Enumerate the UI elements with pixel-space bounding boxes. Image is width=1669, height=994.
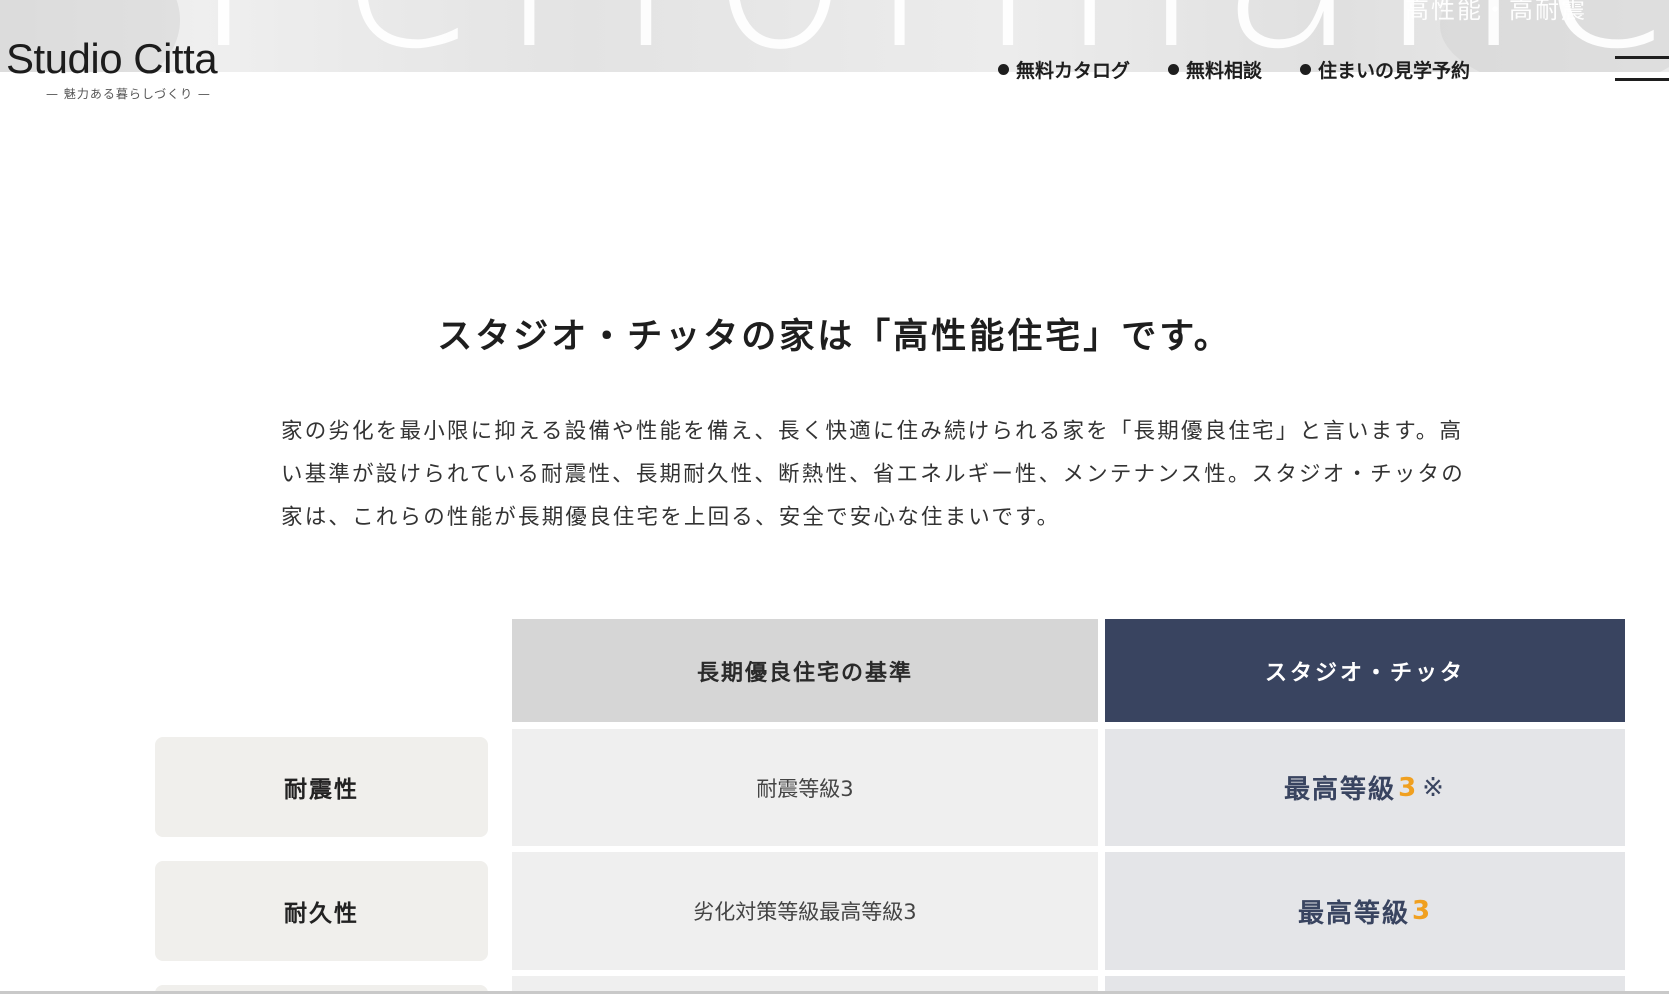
nav-free-consultation[interactable]: 無料相談 bbox=[1168, 56, 1262, 83]
nav-label: 住まいの見学予約 bbox=[1318, 60, 1471, 82]
studio-grade-text: 最高等級 bbox=[1297, 898, 1410, 929]
intro-paragraph: 家の劣化を最小限に抑える設備や性能を備え、長く快適に住み続けられる家を「長期優良… bbox=[281, 419, 1465, 530]
row-label-seismic: 耐震性 bbox=[155, 737, 488, 837]
studio-grade-text: 最高等級 bbox=[1284, 775, 1397, 805]
bullet-icon bbox=[1300, 64, 1312, 75]
logo-wordmark: Studio Citta bbox=[6, 35, 218, 82]
logo-tagline: — 魅力ある暮らしづくり — bbox=[46, 87, 211, 101]
studio-grade-value: 3 bbox=[1398, 772, 1419, 803]
hamburger-bar bbox=[1615, 78, 1669, 81]
bullet-icon bbox=[1168, 64, 1180, 75]
section-headline: スタジオ・チッタの家は「高性能住宅」です。 bbox=[437, 317, 1232, 357]
nav-tour-reservation[interactable]: 住まいの見学予約 bbox=[1300, 56, 1470, 83]
header-nav: 無料カタログ 無料相談 住まいの見学予約 bbox=[998, 56, 1470, 83]
bullet-icon bbox=[998, 64, 1009, 75]
row-label-durability: 耐久性 bbox=[155, 861, 488, 961]
studio-grade-value: 3 bbox=[1411, 896, 1433, 926]
standard-cell-seismic: 耐震等級3 bbox=[512, 729, 1098, 846]
standard-cell-durability: 劣化対策等級最高等級3 bbox=[512, 852, 1098, 970]
column-header-standard: 長期優良住宅の基準 bbox=[512, 619, 1098, 722]
hamburger-bar bbox=[1615, 56, 1669, 59]
studio-cell-durability: 最高等級 3 bbox=[1105, 852, 1625, 970]
hero-tagline: 高性能・高耐震 bbox=[1405, 0, 1587, 24]
nav-label: 無料相談 bbox=[1186, 60, 1263, 82]
studio-cell-seismic: 最高等級 3 ※ bbox=[1105, 729, 1625, 846]
hamburger-menu-icon[interactable] bbox=[1615, 54, 1669, 84]
nav-free-catalog[interactable]: 無料カタログ bbox=[998, 56, 1130, 83]
column-header-studio-citta: スタジオ・チッタ bbox=[1105, 619, 1625, 722]
footnote-mark: ※ bbox=[1422, 772, 1446, 803]
site-logo[interactable]: Studio Citta — 魅力ある暮らしづくり — bbox=[6, 38, 256, 102]
nav-label: 無料カタログ bbox=[1016, 60, 1131, 82]
